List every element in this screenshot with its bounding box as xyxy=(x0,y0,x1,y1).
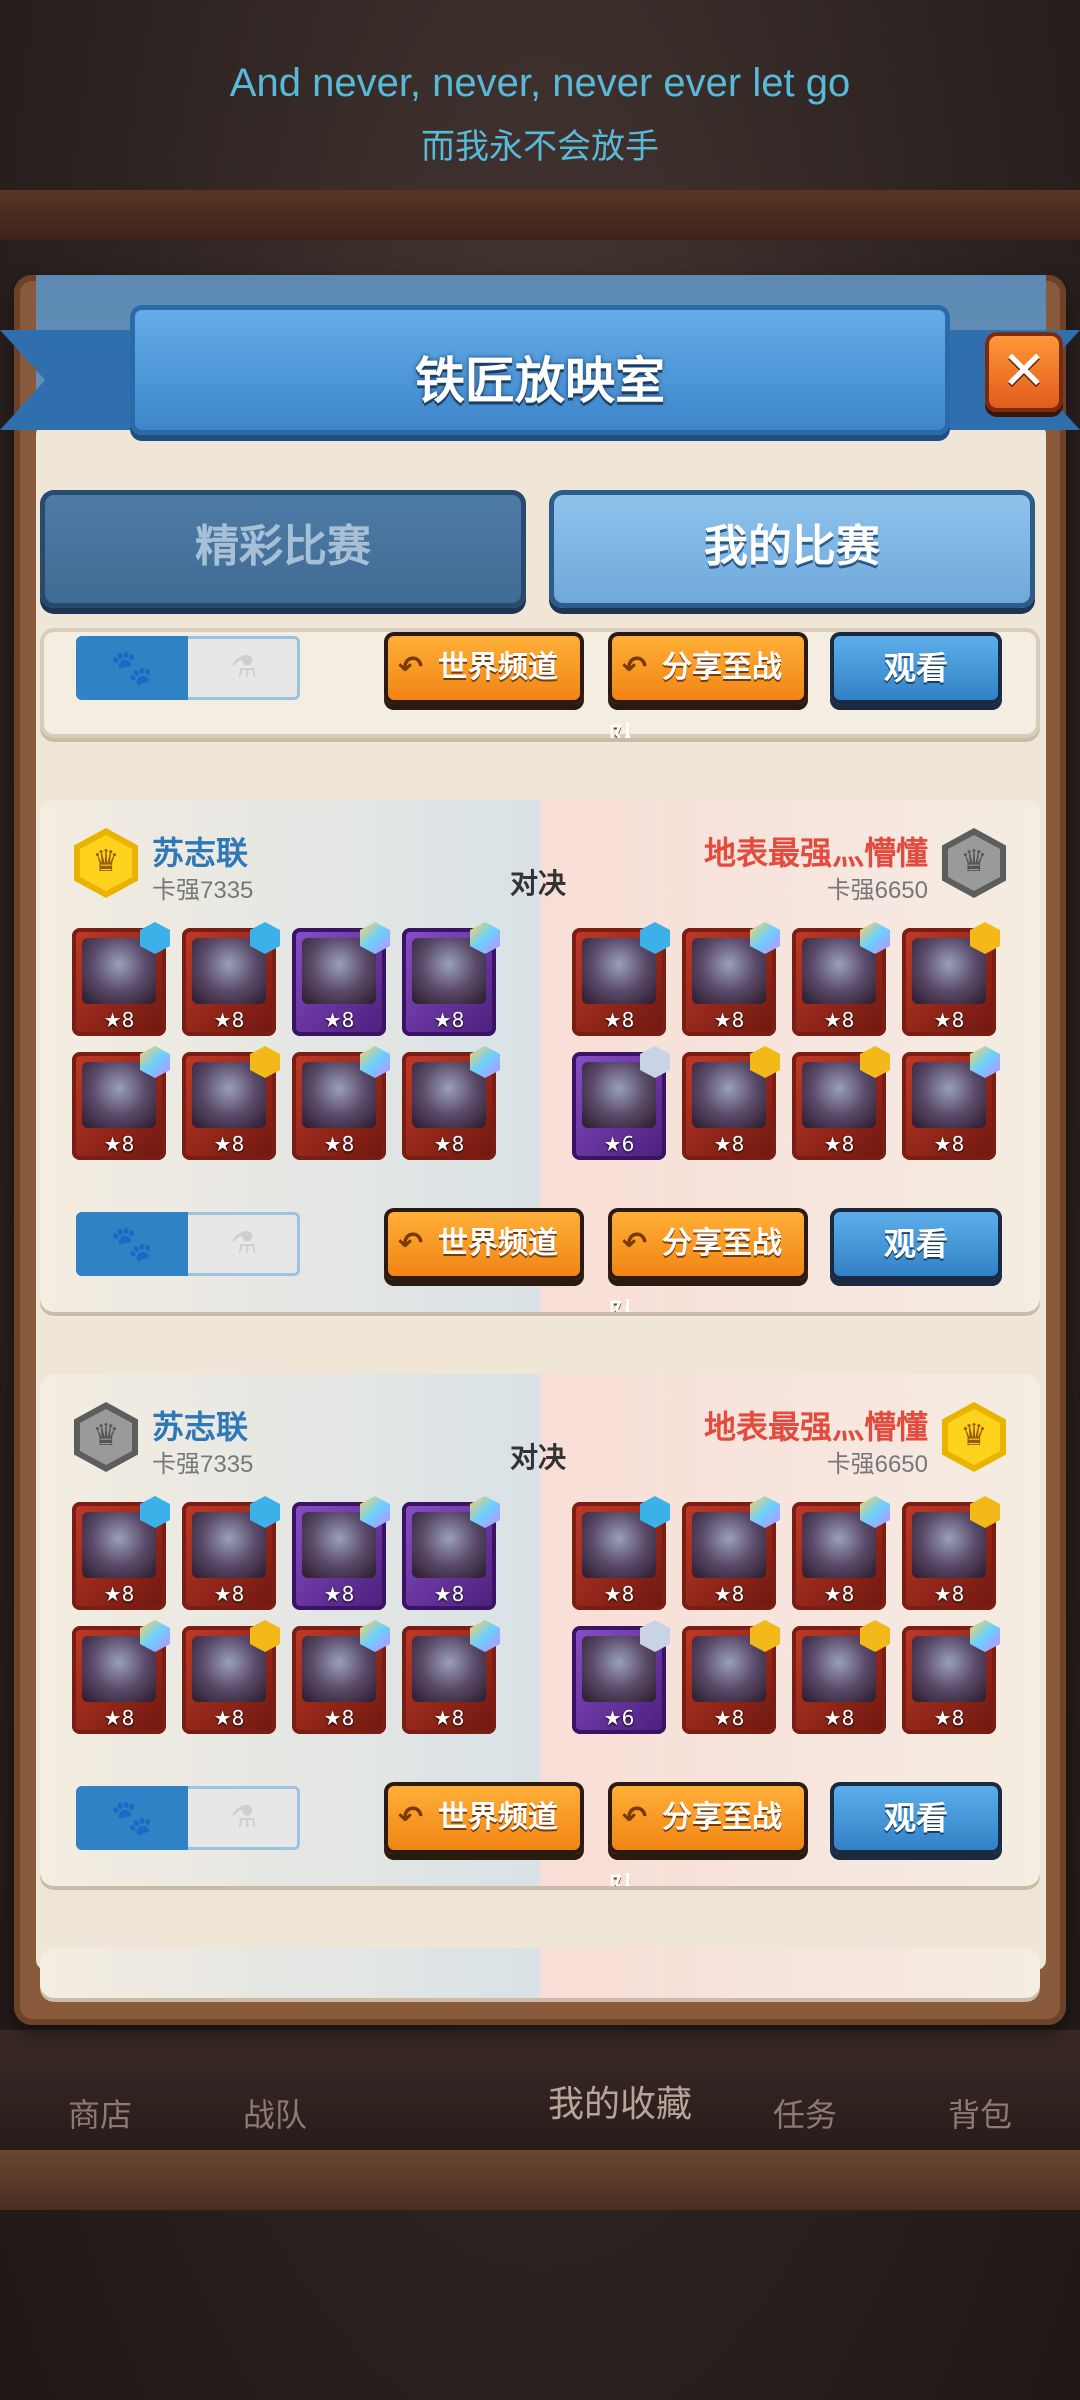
back-arrow-icon: ↶ xyxy=(398,650,424,685)
unit-card[interactable]: ★8 xyxy=(682,1046,780,1160)
unit-card[interactable]: ★8 xyxy=(902,922,1000,1036)
match-card-partial-bottom xyxy=(40,1948,1040,1998)
right-team-grid: ★8 ★8 ★8 ★8 ★6 ★8 ★8 ★8 xyxy=(572,922,1012,1160)
paw-icon: 🐾 xyxy=(76,1212,188,1276)
ribbon-left xyxy=(0,330,150,430)
mode-toggle[interactable]: 🐾 ⚗ xyxy=(76,636,300,700)
lyric-english: And never, never, never ever let go xyxy=(229,61,851,105)
left-player-name: 苏志联 xyxy=(152,834,249,872)
dialog-title: 铁匠放映室 xyxy=(415,352,665,410)
unit-card[interactable]: ★8 xyxy=(292,1620,390,1734)
bottom-wood-bar xyxy=(0,2150,1080,2210)
unit-card[interactable]: ★8 xyxy=(72,1046,170,1160)
unit-card[interactable]: ★8 xyxy=(792,1046,890,1160)
crown-icon: ♛ xyxy=(92,844,120,879)
lyrics-overlay: And never, never, never ever let go 而我永不… xyxy=(0,55,1080,173)
unit-card[interactable]: ★8 xyxy=(182,1496,280,1610)
unit-card[interactable]: ★6 xyxy=(572,1620,670,1734)
unit-card[interactable]: ★8 xyxy=(292,922,390,1036)
mode-toggle[interactable]: 🐾 ⚗ xyxy=(76,1212,300,1276)
left-team-grid: ★8 ★8 ★8 ★8 ★8 ★8 ★8 ★8 xyxy=(72,1496,512,1734)
unit-card[interactable]: ★6 xyxy=(572,1046,670,1160)
unit-card[interactable]: ★8 xyxy=(792,1496,890,1610)
match-card: ♛ 苏志联 卡强7335 对决 地表最强灬懵懂 卡强6650 ♛ ★8 ★8 ★… xyxy=(40,800,1040,1312)
potion-icon: ⚗ xyxy=(230,650,258,685)
right-team-grid: ★8 ★8 ★8 ★8 ★6 ★8 ★8 ★8 xyxy=(572,1496,1012,1734)
back-arrow-icon: ↶ xyxy=(622,650,648,685)
world-channel-button[interactable]: ↶ 世界频道 xyxy=(384,1782,584,1854)
share-team-button[interactable]: ↶分享至战队 xyxy=(608,1782,808,1886)
unit-card[interactable]: ★8 xyxy=(402,1046,500,1160)
unit-card[interactable]: ★8 xyxy=(572,922,670,1036)
watch-button[interactable]: 观看 xyxy=(830,632,1002,704)
crown-icon: ♛ xyxy=(960,844,988,879)
unit-card[interactable]: ★8 xyxy=(682,1620,780,1734)
unit-card[interactable]: ★8 xyxy=(402,1496,500,1610)
unit-card[interactable]: ★8 xyxy=(572,1496,670,1610)
nav-team[interactable]: 战队 xyxy=(195,2090,355,2136)
unit-card[interactable]: ★8 xyxy=(902,1620,1000,1734)
unit-card[interactable]: ★8 xyxy=(792,1620,890,1734)
unit-card[interactable]: ★8 xyxy=(682,1496,780,1610)
unit-card[interactable]: ★8 xyxy=(182,922,280,1036)
match-card-partial-top: 🐾 ⚗ ↶世界频道 ↶分享至战队 观看 xyxy=(40,628,1040,738)
potion-icon: ⚗ xyxy=(230,1226,258,1261)
crown-icon: ♛ xyxy=(960,1418,988,1453)
back-arrow-icon: ↶ xyxy=(398,1800,424,1835)
left-team-grid: ★8 ★8 ★8 ★8 ★8 ★8 ★8 ★8 xyxy=(72,922,512,1160)
watch-button[interactable]: 观看 xyxy=(830,1208,1002,1280)
unit-card[interactable]: ★8 xyxy=(292,1046,390,1160)
unit-card[interactable]: ★8 xyxy=(902,1496,1000,1610)
vs-label: 对决 xyxy=(510,1441,567,1474)
nav-bag[interactable]: 背包 xyxy=(900,2090,1060,2136)
paw-icon: 🐾 xyxy=(76,636,188,700)
lyric-chinese: 而我永不会放手 xyxy=(421,127,659,167)
back-arrow-icon: ↶ xyxy=(622,1226,648,1261)
world-channel-button[interactable]: ↶ 世界频道 xyxy=(384,632,584,704)
vs-label: 对决 xyxy=(510,867,567,900)
title-banner: 铁匠放映室 xyxy=(0,300,1080,435)
share-team-button[interactable]: ↶分享至战队 xyxy=(608,1208,808,1312)
unit-card[interactable]: ★8 xyxy=(72,922,170,1036)
unit-card[interactable]: ★8 xyxy=(402,1620,500,1734)
unit-card[interactable]: ★8 xyxy=(182,1620,280,1734)
crown-icon: ♛ xyxy=(92,1418,120,1453)
paw-icon: 🐾 xyxy=(76,1786,188,1850)
top-wood-bar xyxy=(0,190,1080,240)
right-player-power: 卡强6650 xyxy=(826,877,928,904)
bottom-nav: 商店 战队 我的收藏 任务 背包 xyxy=(0,2030,1080,2170)
left-player-name: 苏志联 xyxy=(152,1408,249,1446)
watch-button[interactable]: 观看 xyxy=(830,1782,1002,1854)
share-team-button[interactable]: ↶分享至战队 xyxy=(608,632,808,738)
unit-card[interactable]: ★8 xyxy=(792,922,890,1036)
world-channel-button[interactable]: ↶ 世界频道 xyxy=(384,1208,584,1280)
left-player-power: 卡强7335 xyxy=(152,1451,254,1478)
close-button[interactable]: ✕ xyxy=(985,332,1063,412)
left-player-power: 卡强7335 xyxy=(152,877,254,904)
unit-card[interactable]: ★8 xyxy=(182,1046,280,1160)
mode-toggle[interactable]: 🐾 ⚗ xyxy=(76,1786,300,1850)
back-arrow-icon: ↶ xyxy=(622,1800,648,1835)
unit-card[interactable]: ★8 xyxy=(682,922,780,1036)
unit-card[interactable]: ★8 xyxy=(902,1046,1000,1160)
back-arrow-icon: ↶ xyxy=(398,1226,424,1261)
nav-shop[interactable]: 商店 xyxy=(20,2090,180,2136)
unit-card[interactable]: ★8 xyxy=(72,1496,170,1610)
potion-icon: ⚗ xyxy=(230,1800,258,1835)
unit-card[interactable]: ★8 xyxy=(72,1620,170,1734)
nav-task[interactable]: 任务 xyxy=(725,2090,885,2136)
right-player-name: 地表最强灬懵懂 xyxy=(703,834,928,872)
tab-highlight-matches[interactable]: 精彩比赛 xyxy=(40,490,526,608)
match-card: ♛ 苏志联 卡强7335 对决 地表最强灬懵懂 卡强6650 ♛ ★8 ★8 ★… xyxy=(40,1374,1040,1886)
nav-collection[interactable]: 我的收藏 xyxy=(510,2075,730,2127)
tab-my-matches[interactable]: 我的比赛 xyxy=(549,490,1035,608)
unit-card[interactable]: ★8 xyxy=(292,1496,390,1610)
banner-plate: 铁匠放映室 xyxy=(130,305,950,435)
right-player-power: 卡强6650 xyxy=(826,1451,928,1478)
unit-card[interactable]: ★8 xyxy=(402,922,500,1036)
right-player-name: 地表最强灬懵懂 xyxy=(703,1408,928,1446)
